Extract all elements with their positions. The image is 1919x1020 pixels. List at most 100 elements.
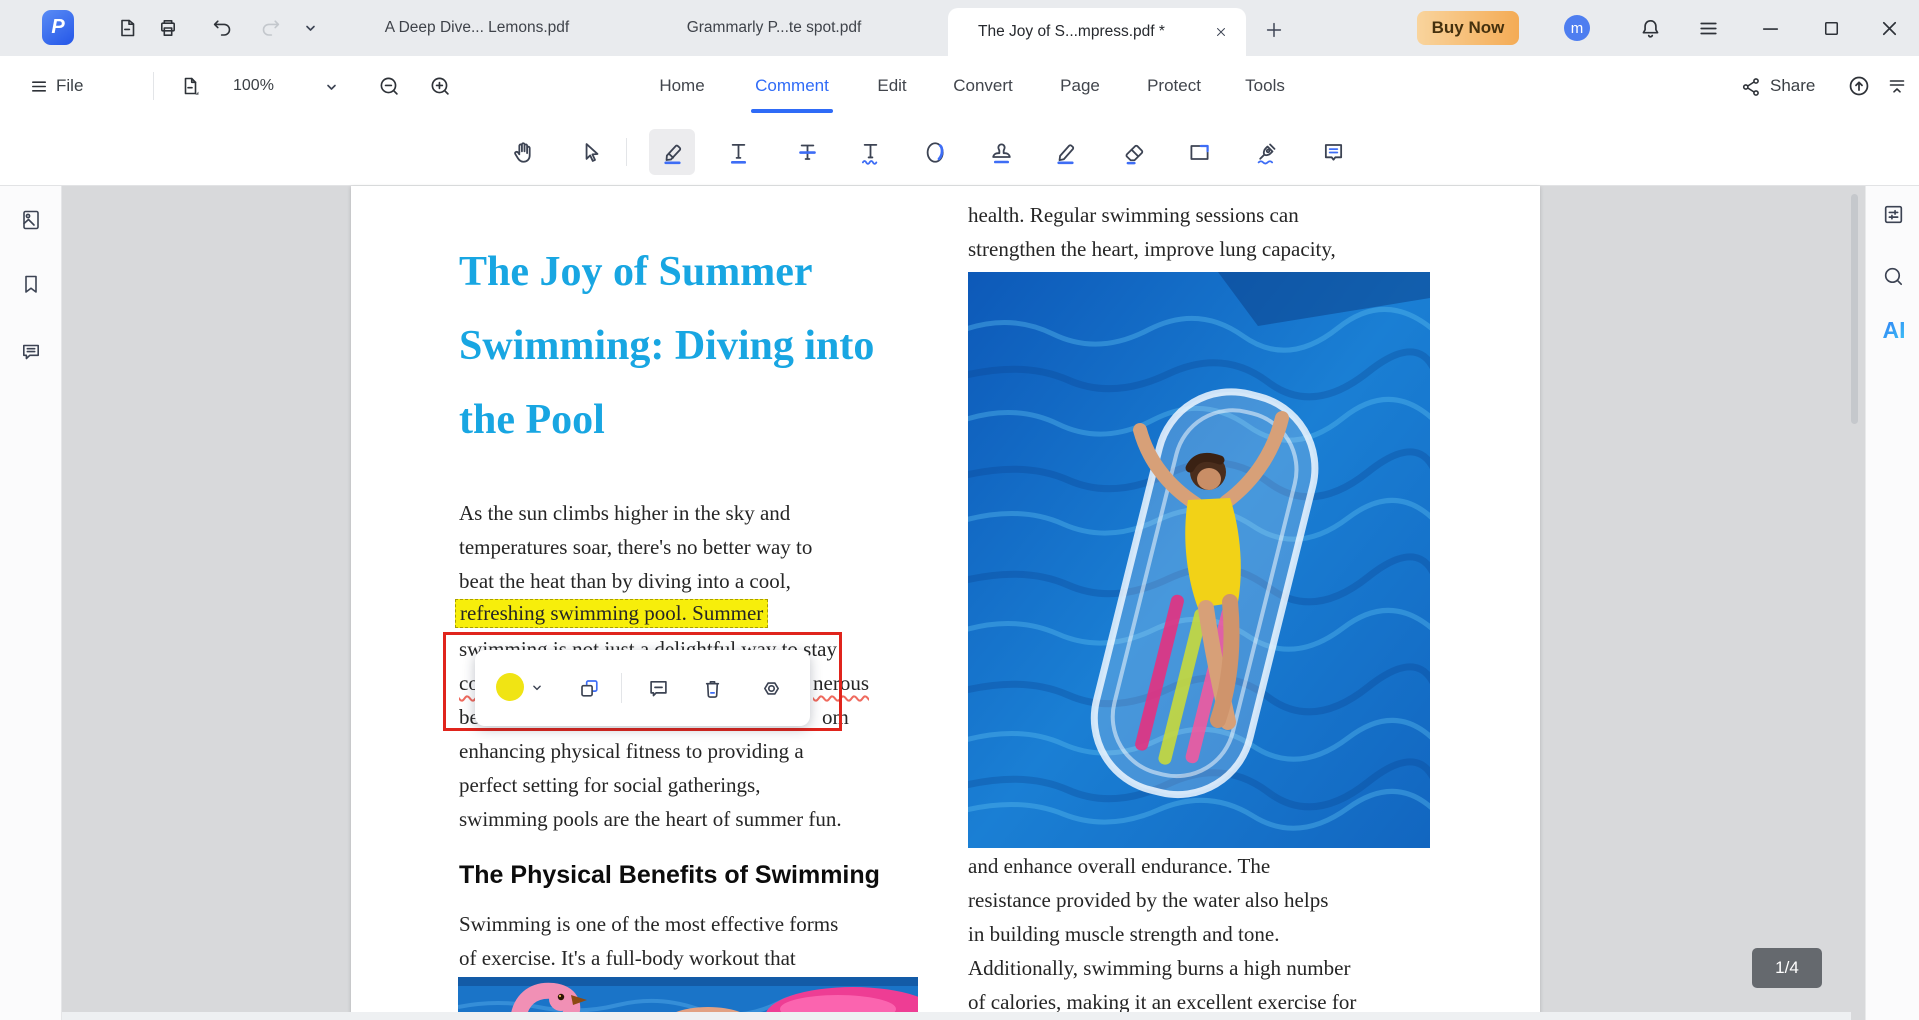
copy-annotation-button[interactable]	[575, 674, 603, 702]
area-highlight-icon	[922, 139, 949, 166]
app-logo[interactable]: P	[42, 10, 74, 45]
redo-button-disabled[interactable]	[256, 13, 286, 43]
zoom-dropdown[interactable]	[320, 80, 342, 94]
buy-now-button[interactable]: Buy Now	[1417, 11, 1519, 45]
new-tab-icon	[1263, 19, 1285, 41]
doc-highlight-annotation[interactable]: refreshing swimming pool. Summer	[455, 600, 768, 627]
document-tab-1[interactable]: A Deep Dive... Lemons.pdf	[340, 0, 614, 56]
tool-pen-highlight[interactable]	[1045, 132, 1085, 172]
document-tab-2[interactable]: Grammarly P...te spot.pdf	[645, 0, 903, 56]
tab-close-icon[interactable]	[1214, 25, 1228, 39]
annotation-properties-button[interactable]	[757, 674, 785, 702]
pdf-page: The Joy of Summer Swimming: Diving into …	[351, 186, 1540, 1020]
comments-panel-button[interactable]	[17, 338, 45, 366]
doc-text-line: health. Regular swimming sessions can	[968, 202, 1299, 229]
tab-protect[interactable]: Protect	[1147, 56, 1201, 116]
tool-squiggly-underline[interactable]	[850, 132, 890, 172]
select-cursor-icon	[577, 139, 604, 166]
tab-edit[interactable]: Edit	[877, 56, 906, 116]
new-tab-button[interactable]	[1259, 15, 1289, 45]
tab-comment[interactable]: Comment	[755, 56, 829, 116]
toolbar-area: File 100% Home Comment Edit Convert Page…	[0, 56, 1919, 186]
tool-ink-signature[interactable]	[1246, 132, 1286, 172]
document-tab-active-label: The Joy of S...mpress.pdf *	[978, 23, 1165, 41]
close-icon	[1877, 16, 1902, 41]
properties-panel-icon	[1881, 202, 1906, 227]
tool-pan-hand[interactable]	[503, 132, 543, 172]
ai-icon: AI	[1883, 317, 1906, 344]
color-dropdown[interactable]	[529, 674, 545, 702]
save-button[interactable]	[112, 13, 142, 43]
zoom-in-icon	[428, 74, 453, 99]
delete-icon	[700, 676, 725, 701]
stamp-icon	[988, 139, 1015, 166]
doc-text-line: resistance provided by the water also he…	[968, 887, 1328, 914]
document-tab-active[interactable]: The Joy of S...mpress.pdf *	[948, 8, 1246, 56]
doc-text-line: of exercise. It's a full-body workout th…	[459, 945, 796, 972]
menu-icon	[1696, 16, 1721, 41]
zoom-level-value[interactable]: 100%	[233, 56, 274, 116]
tool-strikethrough[interactable]	[787, 132, 827, 172]
properties-panel-button[interactable]	[1879, 200, 1907, 228]
tool-select[interactable]	[570, 132, 610, 172]
file-menu-icon	[28, 75, 51, 98]
tool-sticky-note[interactable]	[1313, 132, 1353, 172]
tool-underline[interactable]	[718, 132, 758, 172]
squiggly-underline-icon	[857, 139, 884, 166]
share-label[interactable]: Share	[1770, 56, 1815, 116]
close-button[interactable]	[1874, 13, 1904, 43]
notifications-button[interactable]	[1635, 13, 1665, 43]
doc-text-line: enhancing physical fitness to providing …	[459, 738, 804, 765]
file-menu-button[interactable]	[24, 71, 54, 101]
ai-assistant-button[interactable]: AI	[1877, 316, 1911, 344]
tool-area-highlight[interactable]	[915, 132, 955, 172]
vertical-scrollbar[interactable]	[1851, 194, 1858, 424]
caret-down-icon	[532, 684, 542, 692]
horizontal-scrollbar[interactable]	[62, 1012, 1851, 1020]
highlighted-text[interactable]: refreshing swimming pool. Summer	[455, 599, 768, 628]
maximize-button[interactable]	[1816, 13, 1846, 43]
file-menu-label[interactable]: File	[56, 56, 83, 116]
collapse-toolbar-button[interactable]	[1882, 72, 1912, 102]
app-menu-button[interactable]	[1693, 13, 1723, 43]
divider	[621, 673, 622, 703]
tab-convert[interactable]: Convert	[953, 56, 1013, 116]
search-button[interactable]	[1879, 262, 1907, 290]
minimize-button[interactable]	[1755, 13, 1785, 43]
upload-button[interactable]	[1844, 71, 1874, 101]
zoom-out-button[interactable]	[374, 71, 404, 101]
eraser-icon	[1121, 139, 1148, 166]
avatar[interactable]: m	[1564, 15, 1590, 41]
pdf-editor-window: P A Deep Dive... Lemons.pdf Grammarly P.…	[0, 0, 1919, 1020]
zoom-in-button[interactable]	[425, 71, 455, 101]
highlight-color-swatch[interactable]	[496, 673, 524, 701]
bookmark-panel-button[interactable]	[17, 270, 45, 298]
delete-annotation-button[interactable]	[698, 674, 726, 702]
tool-rectangle[interactable]	[1179, 132, 1219, 172]
underline-icon	[725, 139, 752, 166]
tab-home[interactable]: Home	[659, 56, 704, 116]
left-sidebar	[0, 186, 62, 1020]
undo-redo-dropdown[interactable]	[298, 13, 322, 43]
add-note-button[interactable]	[644, 674, 672, 702]
print-button[interactable]	[153, 13, 183, 43]
tab-tools[interactable]: Tools	[1245, 56, 1285, 116]
titlebar: P A Deep Dive... Lemons.pdf Grammarly P.…	[0, 0, 1919, 56]
right-sidebar: AI	[1865, 186, 1919, 1020]
page-fit-button[interactable]	[175, 71, 205, 101]
doc-text-line: perfect setting for social gatherings,	[459, 772, 760, 799]
undo-icon	[210, 16, 234, 40]
share-icon-button[interactable]	[1736, 72, 1766, 102]
search-icon	[1881, 264, 1906, 289]
tool-eraser[interactable]	[1114, 132, 1154, 172]
thumbnail-panel-button[interactable]	[17, 206, 45, 234]
add-note-icon	[646, 676, 671, 701]
tool-stamp[interactable]	[981, 132, 1021, 172]
document-tab-1-label: A Deep Dive... Lemons.pdf	[385, 19, 569, 37]
doc-text-line: beat the heat than by diving into a cool…	[459, 568, 791, 595]
tool-highlight-selected[interactable]	[649, 129, 695, 175]
undo-button[interactable]	[207, 13, 237, 43]
doc-section-heading: The Physical Benefits of Swimming	[459, 861, 880, 890]
tab-page[interactable]: Page	[1060, 56, 1100, 116]
page-indicator: 1/4	[1752, 948, 1822, 988]
